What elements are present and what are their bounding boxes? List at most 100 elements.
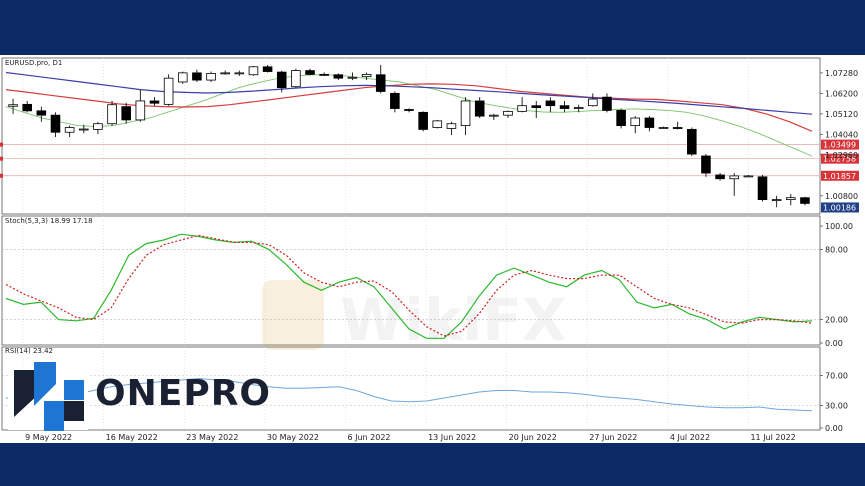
price-marker-dot xyxy=(0,173,3,178)
candle-bearish xyxy=(276,71,287,89)
price-tick-label: 1.02960 xyxy=(825,151,858,160)
trading-chart: WikiFX 1.034991.027581.018571.00186 1.07… xyxy=(0,57,859,442)
logo-square-dark-icon xyxy=(64,401,84,421)
candle-bullish xyxy=(234,72,245,75)
axis-ticks: 1.07280 1.06200 1.05120 1.04040 1.02960 1.008… xyxy=(820,69,858,433)
price-tick-label: 1.07280 xyxy=(825,69,858,78)
price-tick-label: 1.05120 xyxy=(825,110,858,119)
chart-area: WikiFX 1.03499 1.02758 1.01857 1.00186 1.07… xyxy=(0,55,865,443)
candle-bearish xyxy=(616,110,626,127)
rsi-tick-label: 70.00 xyxy=(825,372,848,381)
candle-bearish xyxy=(602,96,612,111)
candle-bearish xyxy=(192,72,202,81)
logo-square-left-icon xyxy=(44,401,64,421)
x-tick-label: 11 Jul 2022 xyxy=(750,433,795,442)
candle-bullish xyxy=(460,100,471,127)
candle-bullish xyxy=(630,117,641,127)
candle-bearish xyxy=(644,117,655,128)
candle-bullish xyxy=(743,175,754,178)
candle-bearish xyxy=(687,129,697,155)
candle-bullish xyxy=(503,110,513,116)
candle-bullish xyxy=(78,128,89,131)
price-marker-label: 1.00186 xyxy=(823,203,856,212)
rsi-tick-label: 30.00 xyxy=(825,402,848,411)
candle-bullish xyxy=(361,73,372,78)
candle-bearish xyxy=(149,100,160,104)
candle-bullish xyxy=(489,114,499,117)
candle-bearish xyxy=(531,105,542,108)
stoch-tick-label: 80.00 xyxy=(825,245,848,254)
candle-bearish xyxy=(404,109,414,111)
onepro-logo: ONEPRO xyxy=(8,362,271,431)
x-axis-labels: 9 May 2022 16 May 2022 23 May 2022 30 May 2… xyxy=(25,433,796,442)
candle-bullish xyxy=(248,66,259,76)
wikifx-watermark: WikiFX xyxy=(262,280,567,354)
candle-bullish xyxy=(220,72,230,75)
candle-bullish xyxy=(446,123,457,129)
x-tick-label: 16 May 2022 xyxy=(106,433,158,442)
logo-text: ONEPRO xyxy=(95,373,271,414)
x-tick-label: 20 Jun 2022 xyxy=(509,433,557,442)
candle-bullish xyxy=(432,120,443,128)
stoch-panel-title: Stoch(5,3,3) 18.99 17.18 xyxy=(5,217,93,225)
logo-square-top-icon xyxy=(64,380,84,400)
candle-bearish xyxy=(559,105,570,109)
x-tick-label: 27 Jun 2022 xyxy=(589,433,637,442)
candle-bullish xyxy=(93,123,103,130)
presentation-frame: WikiFX 1.03499 1.02758 1.01857 1.00186 1.07… xyxy=(0,0,865,486)
candle-bearish xyxy=(800,197,810,204)
candle-bullish xyxy=(8,104,18,107)
price-panel-title: EURUSD.pro, D1 xyxy=(5,59,62,67)
candle-bearish xyxy=(305,70,315,75)
price-marker-dot xyxy=(0,142,3,147)
candle-bullish xyxy=(517,105,527,112)
candle-bearish xyxy=(672,127,683,129)
candle-bearish xyxy=(757,176,768,201)
stoch-tick-label: 0.00 xyxy=(825,339,843,348)
candle-bullish xyxy=(786,197,796,201)
candle-bullish xyxy=(107,104,117,125)
price-tick-label: 1.00800 xyxy=(825,192,858,201)
candle-bullish xyxy=(658,127,669,129)
candle-bullish xyxy=(771,199,782,202)
price-tick-label: 1.06200 xyxy=(825,89,858,98)
candle-bullish xyxy=(729,175,740,180)
candle-bearish xyxy=(262,66,273,72)
candle-bullish xyxy=(588,98,598,107)
candle-bearish xyxy=(474,100,485,117)
wikifx-logo-icon xyxy=(262,280,324,350)
rsi-tick-label: 0.00 xyxy=(825,424,843,433)
candle-bullish xyxy=(135,100,146,121)
candle-bearish xyxy=(36,110,47,116)
logo-square-bottom-icon xyxy=(44,421,64,431)
candle-bearish xyxy=(333,74,344,79)
candle-bearish xyxy=(121,106,131,121)
price-marker-dot xyxy=(0,156,3,161)
candle-bullish xyxy=(206,73,216,81)
candle-bullish xyxy=(347,76,358,79)
x-tick-label: 4 Jul 2022 xyxy=(670,433,710,442)
x-tick-label: 23 May 2022 xyxy=(186,433,238,442)
rsi-panel-title: RSI(14) 23.42 xyxy=(5,347,53,355)
candle-bearish xyxy=(418,111,428,130)
candle-bearish xyxy=(701,155,711,174)
candle-bearish xyxy=(715,174,725,180)
x-tick-label: 9 May 2022 xyxy=(25,433,72,442)
candle-bullish xyxy=(291,70,301,88)
price-panel-frame xyxy=(1,57,821,215)
wikifx-text: WikiFX xyxy=(340,286,567,354)
price-marker-label: 1.01857 xyxy=(823,172,856,181)
candle-bullish xyxy=(573,107,584,109)
candle-bearish xyxy=(390,92,400,109)
candle-bearish xyxy=(545,100,556,107)
stoch-tick-label: 100.00 xyxy=(825,222,853,231)
price-marker-label: 1.03499 xyxy=(823,141,856,150)
price-tick-label: 1.04040 xyxy=(825,130,858,139)
candle-bullish xyxy=(64,127,75,133)
candle-bearish xyxy=(22,103,32,112)
stoch-tick-label: 20.00 xyxy=(825,316,848,325)
candle-bearish xyxy=(375,74,386,92)
candle-bearish xyxy=(50,114,61,133)
x-tick-label: 6 Jun 2022 xyxy=(347,433,390,442)
x-tick-label: 30 May 2022 xyxy=(267,433,319,442)
